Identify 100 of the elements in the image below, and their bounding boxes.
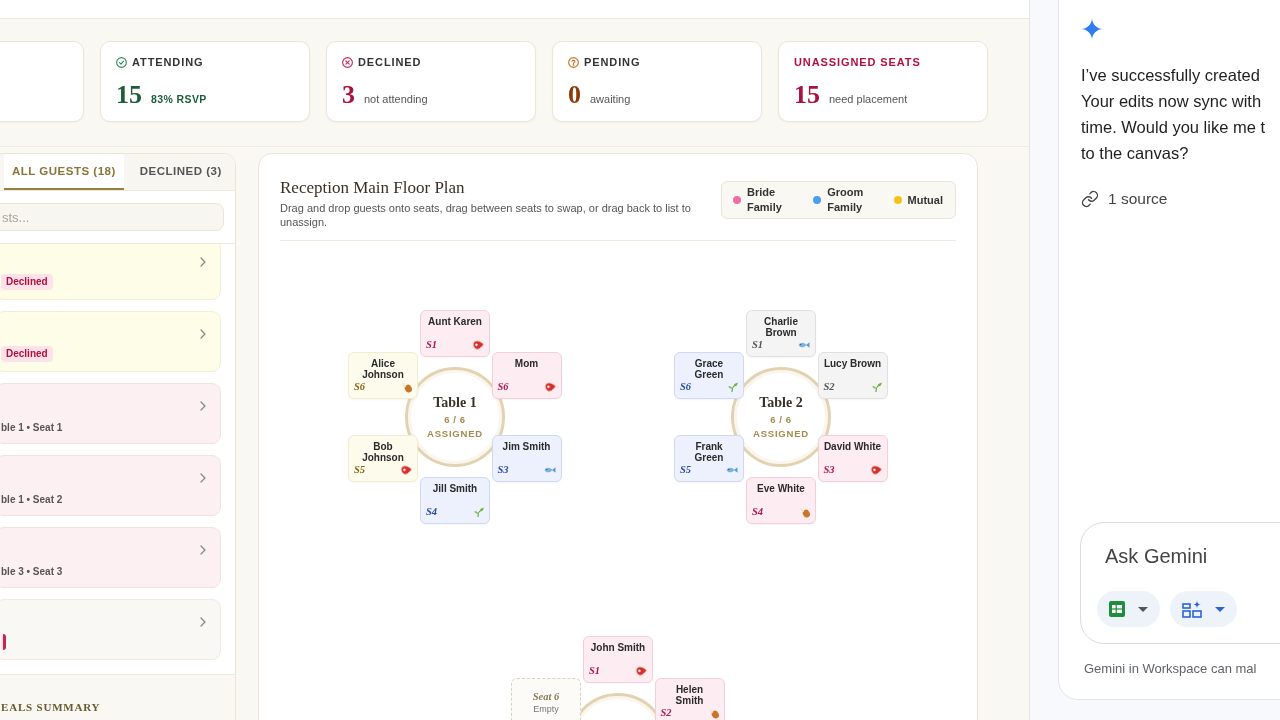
- drumstick-icon: [402, 381, 412, 393]
- search-field[interactable]: sts...: [0, 203, 224, 231]
- guest-card[interactable]: ble 1 • Seat 1: [0, 383, 221, 444]
- seat-number: S1: [426, 339, 438, 351]
- fish-icon: [726, 466, 738, 474]
- stat-value: 15: [794, 81, 820, 109]
- seat-number: S1: [589, 665, 601, 677]
- stat-note: awaiting: [590, 93, 631, 105]
- guest-tab[interactable]: ALL GUESTS (18): [4, 154, 124, 190]
- guest-name: Eve White: [756, 483, 806, 494]
- stat-value: 15: [116, 81, 142, 109]
- spreadsheet-menu-button[interactable]: [1097, 591, 1160, 627]
- guest-name: Grace Green: [693, 358, 725, 380]
- table-status: ASSIGNED: [427, 426, 483, 440]
- table-name: Table 1: [433, 394, 477, 411]
- fish-icon: [798, 341, 810, 349]
- seat-number: S1: [752, 339, 764, 351]
- steak-icon: [869, 465, 882, 475]
- sprout-icon: [871, 382, 882, 392]
- guest-name: Bob Johnson: [361, 441, 405, 463]
- stat-value: 3: [342, 81, 355, 109]
- seat-card[interactable]: John Smith S1: [583, 636, 653, 683]
- seat-number: S5: [680, 464, 692, 476]
- seat-card[interactable]: Frank Green S5: [674, 435, 744, 482]
- check-circle-icon: [116, 57, 127, 68]
- seat-card[interactable]: Lucy Brown S2: [817, 352, 888, 399]
- chevron-right-icon: [200, 401, 206, 411]
- legend-label: Mutual: [907, 192, 943, 208]
- steak-icon: [400, 465, 412, 475]
- sprout-icon: [728, 382, 738, 392]
- stat-label: UNASSIGNED SEATS: [794, 56, 921, 69]
- link-icon: [1081, 190, 1099, 208]
- seat-card[interactable]: Aunt Karen S1: [420, 310, 490, 357]
- legend-label: Groom Family: [827, 185, 865, 215]
- seat-card[interactable]: Bob Johnson S5: [348, 435, 418, 482]
- guest-card[interactable]: Declined: [0, 244, 221, 300]
- table-status: ASSIGNED: [753, 426, 809, 440]
- guest-tab[interactable]: DECLINED (3): [131, 154, 230, 190]
- seat-card[interactable]: Alice Johnson S6: [348, 352, 418, 399]
- guest-card[interactable]: ble 1 • Seat 2: [0, 455, 221, 516]
- empty-label: Empty: [533, 703, 559, 715]
- seat-number: S2: [660, 707, 672, 719]
- seat-number: S2: [823, 381, 835, 393]
- seat-card[interactable]: Charlie Brown S1: [746, 310, 816, 357]
- layout-menu-button[interactable]: [1170, 591, 1237, 627]
- seat-assignment: ble 3 • Seat 3: [1, 565, 63, 579]
- guest-name: Jill Smith: [431, 483, 479, 494]
- seat-label: Seat 6: [532, 690, 560, 703]
- caret-down-icon: [1138, 606, 1148, 612]
- seat-card[interactable]: David White S3: [817, 435, 888, 482]
- source-link[interactable]: 1 source: [1108, 190, 1168, 208]
- stat-label: PENDING: [584, 56, 641, 69]
- seat-number: S6: [354, 381, 366, 393]
- seat-card[interactable]: Jim Smith S3: [491, 435, 562, 482]
- ask-input[interactable]: Ask Gemini: [1105, 543, 1265, 569]
- guest-name: Aunt Karen: [427, 316, 483, 327]
- section-heading: EALS SUMMARY: [1, 701, 101, 713]
- seat-number: S6: [497, 381, 509, 393]
- drumstick-icon: [800, 506, 810, 518]
- seat-number: S6: [680, 381, 692, 393]
- question-circle-icon: [568, 57, 579, 68]
- seat-card[interactable]: Helen Smith S2: [654, 678, 725, 720]
- stat-note: need placement: [829, 93, 908, 105]
- drumstick-icon: [708, 707, 719, 719]
- guest-name: Frank Green: [693, 441, 725, 463]
- seat-number: S5: [354, 464, 366, 476]
- guest-name: John Smith: [589, 642, 647, 653]
- seat-card[interactable]: Eve White S4: [746, 477, 816, 524]
- sparkle-icon: [1081, 18, 1103, 40]
- seat-assignment: ble 1 • Seat 1: [1, 421, 63, 435]
- chevron-right-icon: [200, 545, 206, 555]
- stat-label: ATTENDING: [132, 56, 204, 69]
- guest-name: Mom: [513, 358, 540, 369]
- guest-card[interactable]: Declined: [0, 311, 221, 372]
- stat-value: 0: [568, 81, 581, 109]
- chevron-right-icon: [200, 329, 206, 339]
- guest-name: Charlie Brown: [763, 316, 799, 338]
- spreadsheet-icon: [1109, 601, 1125, 617]
- seat-count: 6 / 6: [444, 412, 466, 426]
- seat-card[interactable]: Grace Green S6: [674, 352, 744, 399]
- layout-sparkle-icon: [1182, 600, 1202, 618]
- empty-seat-card[interactable]: Seat 6 Empty: [511, 678, 581, 720]
- chevron-right-icon: [200, 473, 206, 483]
- guest-name: David White: [823, 441, 882, 452]
- stat-note: 83% RSVP: [151, 93, 207, 105]
- seat-assignment: ble 1 • Seat 2: [1, 493, 63, 507]
- steak-icon: [472, 340, 484, 350]
- seat-card[interactable]: Jill Smith S4: [420, 477, 490, 524]
- guest-name: Lucy Brown: [823, 358, 882, 369]
- seat-number: S4: [426, 506, 438, 518]
- guest-name: Alice Johnson: [361, 358, 405, 380]
- status-badge: Declined: [1, 274, 53, 290]
- seat-number: S3: [497, 464, 509, 476]
- guest-name: Jim Smith: [501, 441, 552, 452]
- stat-note: not attending: [364, 93, 428, 105]
- legend-label: Bride Family: [747, 185, 783, 215]
- fish-icon: [543, 466, 556, 474]
- disclaimer-text: Gemini in Workspace can mal: [1084, 661, 1258, 677]
- guest-card[interactable]: ble 3 • Seat 3: [0, 527, 221, 588]
- seat-card[interactable]: Mom S6: [491, 352, 562, 399]
